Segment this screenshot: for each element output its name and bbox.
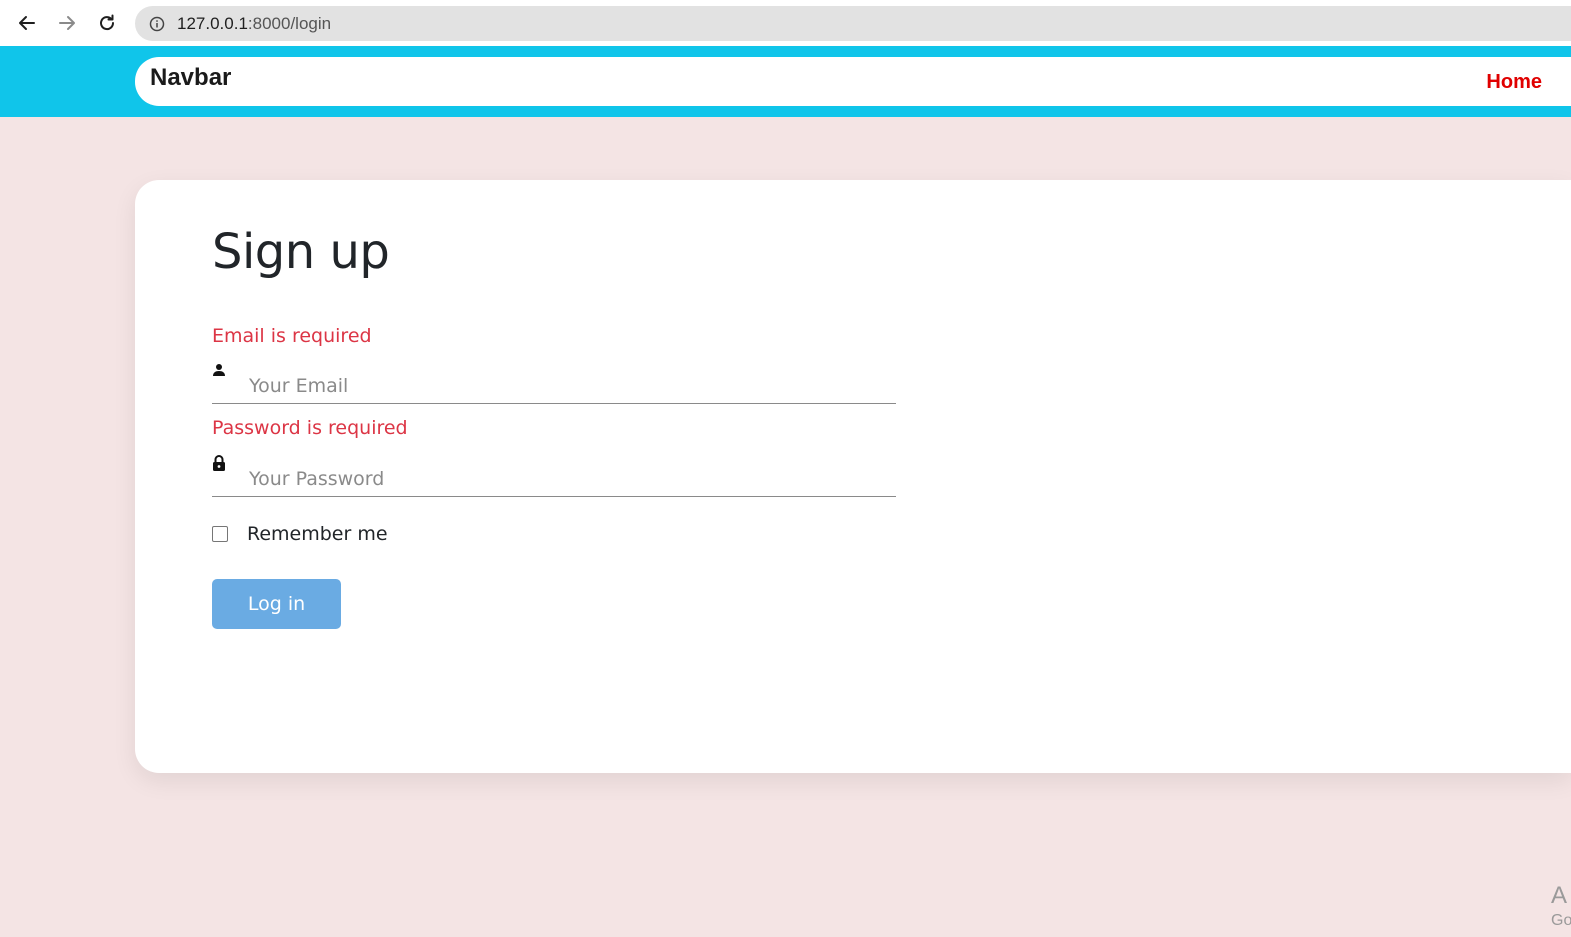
- reload-icon: [100, 14, 115, 31]
- user-icon: [212, 362, 226, 378]
- watermark-line-1: A: [1551, 882, 1568, 909]
- arrow-right-icon: [59, 16, 75, 30]
- password-error: Password is required: [212, 417, 408, 439]
- remember-me[interactable]: Remember me: [212, 523, 388, 545]
- windows-activation-watermark: A Go: [1551, 882, 1571, 930]
- url-text: 127.0.0.1:8000/login: [177, 14, 331, 34]
- back-button[interactable]: [12, 8, 42, 38]
- remember-label: Remember me: [247, 523, 388, 545]
- login-card: Sign up Email is required Password is re…: [135, 180, 1571, 773]
- login-button[interactable]: Log in: [212, 579, 341, 629]
- email-field-group: [212, 362, 896, 404]
- lock-icon: [212, 455, 226, 471]
- nav-home-link[interactable]: Home: [1486, 71, 1542, 94]
- navbar: Navbar Home: [135, 57, 1571, 106]
- navbar-brand[interactable]: Navbar: [150, 64, 231, 92]
- url-host: 127.0.0.1: [177, 13, 248, 33]
- password-field-group: [212, 455, 896, 497]
- email-error: Email is required: [212, 325, 372, 347]
- email-input[interactable]: [249, 372, 889, 400]
- browser-toolbar: 127.0.0.1:8000/login: [0, 0, 1571, 46]
- reload-button[interactable]: [92, 8, 122, 38]
- page-title: Sign up: [212, 224, 390, 280]
- forward-button[interactable]: [52, 8, 82, 38]
- password-input[interactable]: [249, 465, 889, 493]
- address-bar[interactable]: 127.0.0.1:8000/login: [135, 6, 1571, 41]
- url-path: :8000/login: [247, 13, 332, 33]
- remember-checkbox[interactable]: [212, 526, 228, 542]
- watermark-line-2: Go: [1551, 912, 1571, 929]
- arrow-left-icon: [19, 16, 35, 30]
- info-icon[interactable]: [149, 16, 165, 32]
